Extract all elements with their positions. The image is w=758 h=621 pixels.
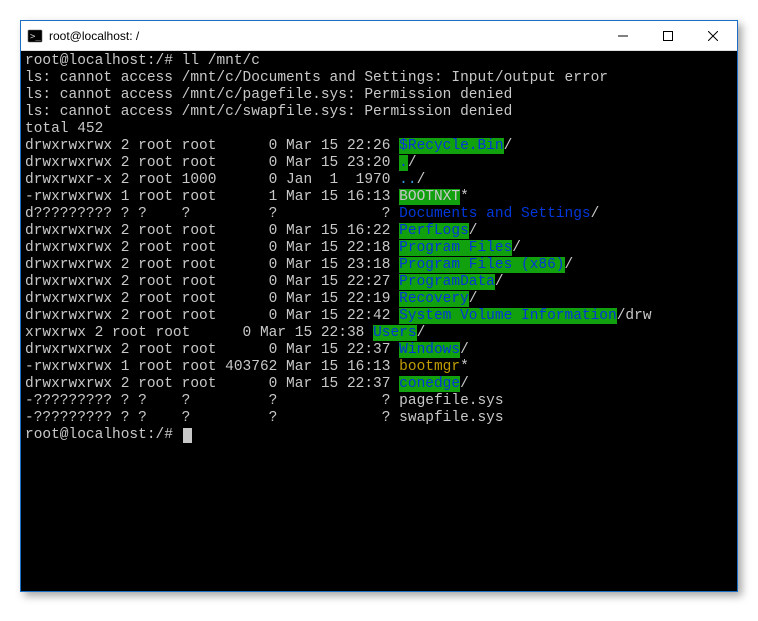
command-text: ll /mnt/c	[182, 53, 260, 69]
ls-meta: drwxrwxrwx 2 root root 0 Mar 15 23:18	[25, 257, 399, 273]
ls-suffix: /drw	[617, 308, 652, 324]
ls-meta: d????????? ? ? ? ? ?	[25, 206, 399, 222]
ls-name: ProgramData	[399, 274, 495, 290]
ls-meta: -rwxrwxrwx 1 root root 1 Mar 15 16:13	[25, 189, 399, 205]
ls-row: drwxrwxrwx 2 root root 0 Mar 15 22:37 Wi…	[25, 342, 733, 359]
ls-meta: drwxrwxrwx 2 root root 0 Mar 15 22:18	[25, 240, 399, 256]
ls-suffix: /	[495, 274, 504, 290]
ls-meta: drwxrwxrwx 2 root root 0 Mar 15 22:37	[25, 376, 399, 392]
ls-meta: drwxrwxrwx 2 root root 0 Mar 15 22:19	[25, 291, 399, 307]
ls-name: bootmgr	[399, 359, 460, 375]
ls-name: Users	[373, 325, 417, 341]
ls-suffix: /	[460, 376, 469, 392]
error-line: ls: cannot access /mnt/c/pagefile.sys: P…	[25, 87, 733, 104]
prompt: root@localhost:/#	[25, 427, 182, 443]
ls-row: d????????? ? ? ? ? ? Documents and Setti…	[25, 206, 733, 223]
ls-suffix: /	[408, 155, 417, 171]
ls-row: -????????? ? ? ? ? ? pagefile.sys	[25, 393, 733, 410]
titlebar: >_ root@localhost: /	[21, 21, 737, 51]
cursor-icon	[183, 428, 192, 443]
terminal-area[interactable]: root@localhost:/# ll /mnt/cls: cannot ac…	[21, 51, 737, 591]
window-title: root@localhost: /	[49, 29, 600, 43]
ls-row: -rwxrwxrwx 1 root root 403762 Mar 15 16:…	[25, 359, 733, 376]
ls-meta: -rwxrwxrwx 1 root root 403762 Mar 15 16:…	[25, 359, 399, 375]
ls-name: .	[399, 155, 408, 171]
ls-name: BOOTNXT	[399, 189, 460, 205]
close-button[interactable]	[690, 22, 735, 50]
ls-suffix: /	[417, 325, 426, 341]
prompt-line: root@localhost:/#	[25, 427, 733, 444]
terminal-window: >_ root@localhost: / root@localhost:/# l…	[20, 20, 738, 592]
ls-name: conedge	[399, 376, 460, 392]
ls-row: drwxrwxrwx 2 root root 0 Mar 15 16:22 Pe…	[25, 223, 733, 240]
ls-meta: -????????? ? ? ? ? ?	[25, 393, 399, 409]
svg-text:>_: >_	[30, 32, 41, 42]
ls-suffix: /	[591, 206, 600, 222]
ls-row: drwxrwxrwx 2 root root 0 Mar 15 23:18 Pr…	[25, 257, 733, 274]
ls-name: Documents and Settings	[399, 206, 590, 222]
ls-meta: drwxrwxrwx 2 root root 0 Mar 15 22:26	[25, 138, 399, 154]
ls-row: -????????? ? ? ? ? ? swapfile.sys	[25, 410, 733, 427]
ls-suffix: *	[460, 359, 469, 375]
ls-name: swapfile.sys	[399, 410, 503, 426]
ls-name: Windows	[399, 342, 460, 358]
ls-row: drwxrwxrwx 2 root root 0 Mar 15 22:42 Sy…	[25, 308, 733, 325]
ls-row: drwxrwxr-x 2 root 1000 0 Jan 1 1970 ../	[25, 172, 733, 189]
ls-name: System Volume Information	[399, 308, 617, 324]
ls-suffix: /	[565, 257, 574, 273]
total-line: total 452	[25, 121, 733, 138]
ls-suffix: /	[512, 240, 521, 256]
ls-suffix: *	[460, 189, 469, 205]
ls-row: drwxrwxrwx 2 root root 0 Mar 15 22:27 Pr…	[25, 274, 733, 291]
prompt-line: root@localhost:/# ll /mnt/c	[25, 53, 733, 70]
ls-name: Program Files	[399, 240, 512, 256]
ls-name: Recovery	[399, 291, 469, 307]
ls-suffix: /	[417, 172, 426, 188]
ls-row: drwxrwxrwx 2 root root 0 Mar 15 22:18 Pr…	[25, 240, 733, 257]
error-line: ls: cannot access /mnt/c/swapfile.sys: P…	[25, 104, 733, 121]
ls-row: -rwxrwxrwx 1 root root 1 Mar 15 16:13 BO…	[25, 189, 733, 206]
prompt: root@localhost:/#	[25, 53, 182, 69]
error-line: ls: cannot access /mnt/c/Documents and S…	[25, 70, 733, 87]
ls-name: pagefile.sys	[399, 393, 503, 409]
ls-row: drwxrwxrwx 2 root root 0 Mar 15 23:20 ./	[25, 155, 733, 172]
ls-meta: drwxrwxr-x 2 root 1000 0 Jan 1 1970	[25, 172, 399, 188]
ls-meta: drwxrwxrwx 2 root root 0 Mar 15 16:22	[25, 223, 399, 239]
ls-name: PerfLogs	[399, 223, 469, 239]
ls-name: $Recycle.Bin	[399, 138, 503, 154]
ls-suffix: /	[504, 138, 513, 154]
minimize-button[interactable]	[600, 22, 645, 50]
ls-row: xrwxrwx 2 root root 0 Mar 15 22:38 Users…	[25, 325, 733, 342]
ls-row: drwxrwxrwx 2 root root 0 Mar 15 22:37 co…	[25, 376, 733, 393]
ls-row: drwxrwxrwx 2 root root 0 Mar 15 22:26 $R…	[25, 138, 733, 155]
app-icon: >_	[27, 28, 43, 44]
ls-name: Program Files (x86)	[399, 257, 564, 273]
ls-meta: drwxrwxrwx 2 root root 0 Mar 15 23:20	[25, 155, 399, 171]
ls-name: ..	[399, 172, 416, 188]
ls-meta: -????????? ? ? ? ? ?	[25, 410, 399, 426]
ls-meta: drwxrwxrwx 2 root root 0 Mar 15 22:27	[25, 274, 399, 290]
ls-row: drwxrwxrwx 2 root root 0 Mar 15 22:19 Re…	[25, 291, 733, 308]
window-controls	[600, 22, 735, 50]
ls-suffix: /	[469, 223, 478, 239]
ls-meta: drwxrwxrwx 2 root root 0 Mar 15 22:42	[25, 308, 399, 324]
maximize-button[interactable]	[645, 22, 690, 50]
ls-meta: drwxrwxrwx 2 root root 0 Mar 15 22:37	[25, 342, 399, 358]
ls-meta: xrwxrwx 2 root root 0 Mar 15 22:38	[25, 325, 373, 341]
ls-suffix: /	[469, 291, 478, 307]
ls-suffix: /	[460, 342, 469, 358]
